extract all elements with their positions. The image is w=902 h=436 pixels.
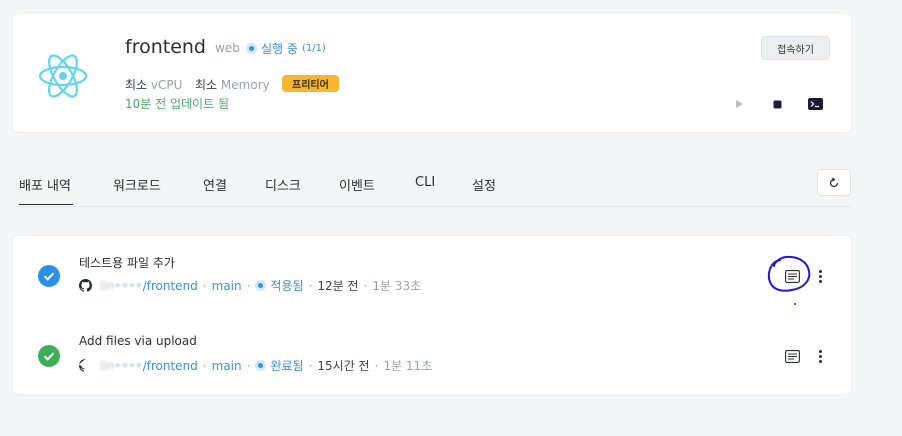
tab-deploy-history[interactable]: 배포 내역	[19, 175, 73, 205]
connect-button[interactable]: 접속하기	[761, 36, 830, 60]
tier-badge: 프리티어	[282, 75, 339, 92]
branch-name[interactable]: main	[212, 359, 242, 373]
more-options-button[interactable]	[812, 267, 828, 285]
refresh-button[interactable]	[817, 169, 851, 196]
check-icon	[38, 265, 60, 287]
repo-name[interactable]: /frontend	[143, 279, 198, 293]
log-icon	[784, 269, 800, 283]
memory-unit: Memory	[220, 78, 270, 92]
deployment-duration: 1분 33초	[372, 279, 422, 293]
deployment-state: 적용됨	[270, 279, 304, 293]
branch-name[interactable]: main	[212, 279, 242, 293]
status-text: 실행 중	[261, 42, 298, 56]
cpu-unit: vCPU	[150, 78, 183, 92]
github-icon	[79, 359, 86, 372]
deployment-meta: lin•••• /frontend · main · 완료됨 · 15시간 전 …	[79, 357, 432, 374]
repo-owner: lin••••	[100, 358, 143, 373]
deployment-meta: lin•••• /frontend · main · 적용됨 · 12분 전 ·…	[79, 277, 421, 294]
service-card: frontend web 실행 중 (1/1) 최소 vCPU 최소 Memor…	[13, 14, 851, 132]
updated-text: 10분 전 업데이트 됨	[125, 97, 229, 111]
deployment-row[interactable]: 테스트용 파일 추가 lin•••• /frontend · main · 적용…	[13, 236, 851, 315]
repo-name[interactable]: /frontend	[143, 359, 198, 373]
cpu-spec: 최소 vCPU	[125, 76, 182, 93]
service-name: frontend	[125, 36, 206, 58]
tab-settings[interactable]: 설정	[472, 175, 496, 194]
status-count: (1/1)	[301, 43, 326, 54]
github-icon	[79, 279, 92, 292]
deployment-title: Add files via upload	[79, 334, 197, 348]
deployment-state: 완료됨	[270, 359, 304, 373]
deployment-list: 테스트용 파일 추가 lin•••• /frontend · main · 적용…	[13, 236, 851, 394]
check-icon	[38, 345, 60, 367]
tab-connection[interactable]: 연결	[203, 175, 227, 194]
state-dot-icon	[255, 280, 267, 291]
deployment-title: 테스트용 파일 추가	[79, 256, 175, 270]
repo-owner: lin••••	[100, 278, 143, 293]
deployment-time: 15시간 전	[317, 359, 370, 373]
tab-workload[interactable]: 워크로드	[113, 175, 161, 194]
log-button[interactable]	[783, 347, 801, 365]
more-options-button[interactable]	[812, 347, 828, 365]
tab-bar: 배포 내역 워크로드 연결 디스크 이벤트 CLI 설정	[19, 163, 851, 207]
log-button[interactable]	[783, 267, 801, 285]
deployment-duration: 1분 11초	[383, 359, 433, 373]
refresh-icon	[829, 177, 839, 187]
play-icon[interactable]	[731, 96, 747, 112]
terminal-icon[interactable]	[807, 96, 823, 112]
memory-label: 최소	[195, 78, 218, 92]
cpu-label: 최소	[125, 78, 148, 92]
memory-spec: 최소 Memory	[195, 76, 270, 93]
deployment-time: 12분 전	[317, 279, 359, 293]
tab-disk[interactable]: 디스크	[265, 175, 301, 194]
service-status: 실행 중 (1/1)	[246, 40, 326, 57]
stop-icon[interactable]	[769, 96, 785, 112]
service-type: web	[215, 41, 240, 55]
tab-events[interactable]: 이벤트	[339, 175, 375, 194]
log-icon	[784, 349, 800, 363]
react-icon	[38, 54, 88, 98]
deployment-row[interactable]: Add files via upload lin•••• /frontend ·…	[13, 315, 851, 394]
state-dot-icon	[255, 360, 267, 371]
status-dot-icon	[246, 43, 257, 54]
tab-cli[interactable]: CLI	[415, 175, 435, 190]
